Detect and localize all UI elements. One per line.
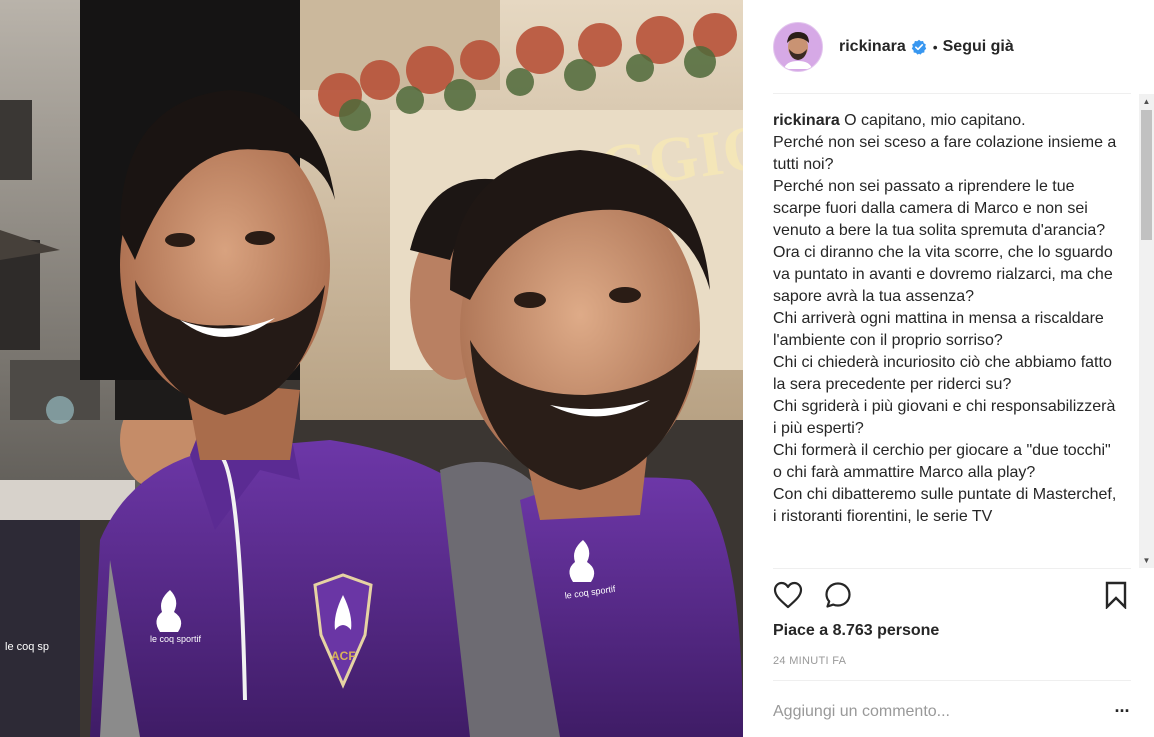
photo-bg-brand: le coq sp — [5, 641, 49, 653]
scroll-down-arrow-icon[interactable]: ▼ — [1139, 553, 1154, 568]
caption-text: O capitano, mio capitano. Perché non sei… — [773, 112, 1117, 525]
scroll-thumb[interactable] — [1141, 110, 1152, 240]
likes-count[interactable]: Piace a 8.763 persone — [773, 622, 939, 640]
comment-bubble-icon — [825, 582, 851, 608]
like-button[interactable] — [773, 580, 803, 610]
bookmark-icon — [1105, 581, 1127, 609]
caption-scroll-area[interactable]: rickinara O capitano, mio capitano. Perc… — [773, 110, 1129, 566]
username-link[interactable]: rickinara — [839, 38, 906, 56]
more-options-button[interactable]: ... — [1112, 697, 1132, 721]
photo-crest-text: ACF — [331, 649, 356, 663]
post-header: rickinara • Segui già — [743, 0, 1154, 93]
heart-icon — [773, 581, 803, 609]
scroll-up-arrow-icon[interactable]: ▲ — [1139, 94, 1154, 109]
save-button[interactable] — [1101, 580, 1131, 610]
comment-button[interactable] — [823, 580, 853, 610]
post-timestamp: 24 MINUTI FA — [773, 655, 847, 667]
caption-scrollbar[interactable]: ▲ ▼ — [1139, 94, 1154, 568]
following-button[interactable]: Segui già — [943, 38, 1014, 56]
post-actions — [773, 580, 1131, 610]
post-photo[interactable]: GGIO le coq sp le coq sportif ACF le coq… — [0, 0, 743, 737]
comment-divider — [773, 680, 1131, 681]
verified-badge-icon — [911, 39, 927, 55]
caption: rickinara O capitano, mio capitano. Perc… — [773, 110, 1121, 528]
avatar[interactable] — [773, 21, 823, 72]
photo-left-kit-brand: le coq sportif — [150, 634, 202, 644]
actions-divider — [773, 568, 1131, 569]
caption-username-link[interactable]: rickinara — [773, 112, 840, 129]
post-details-panel: rickinara • Segui già rickinara O capita… — [743, 0, 1154, 737]
header-divider — [773, 93, 1131, 94]
comment-input[interactable] — [773, 700, 1083, 724]
separator-dot: • — [932, 38, 938, 55]
